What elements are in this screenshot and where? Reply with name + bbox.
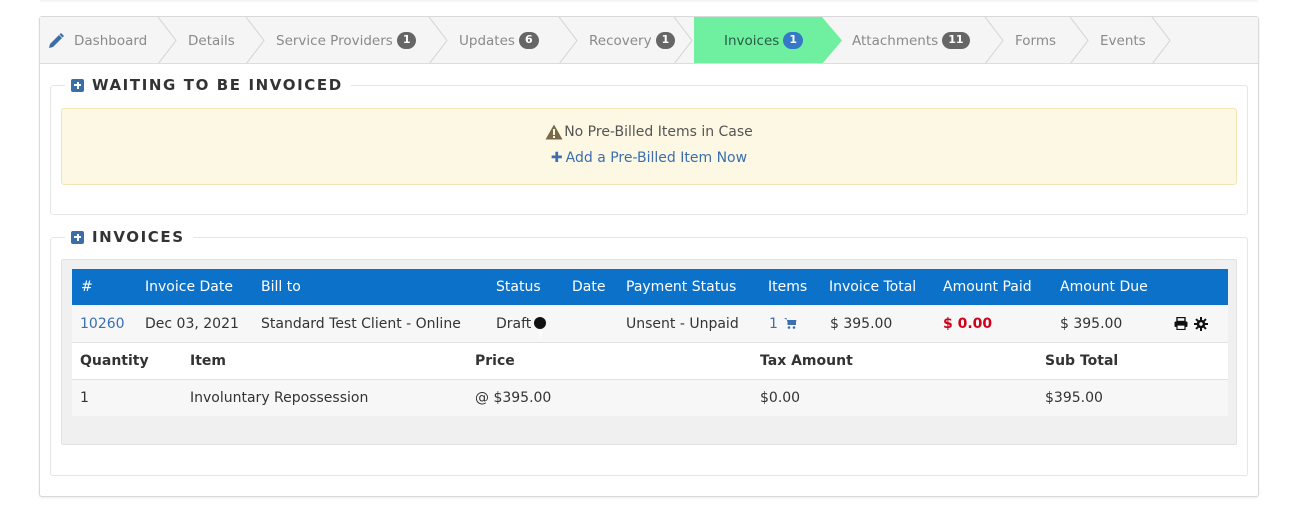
step-separators [157, 17, 1171, 63]
col-header: Date [572, 279, 606, 295]
waiting-legend[interactable]: WAITING TO BE INVOICED [65, 76, 351, 94]
status-text: Draft [496, 316, 532, 332]
print-button[interactable] [1174, 316, 1188, 331]
invoices-table-header: # Invoice Date Bill to Status Date Payme… [72, 269, 1228, 305]
line-price: @ $395.00 [475, 390, 552, 406]
warning-icon [545, 124, 563, 140]
add-prebilled-link[interactable]: ✚ Add a Pre-Billed Item Now [62, 150, 1236, 166]
invoice-total: $ 395.00 [830, 316, 893, 332]
invoice-number-link[interactable]: 10260 [80, 305, 125, 343]
col-header: Invoice Date [145, 279, 233, 295]
empty-alert: No Pre-Billed Items in Case ✚ Add a Pre-… [61, 108, 1237, 185]
print-icon [1174, 316, 1188, 331]
expand-plus-icon[interactable] [71, 78, 84, 92]
col-header: Payment Status [626, 279, 737, 295]
payment-status: Unsent - Unpaid [626, 316, 739, 332]
col-header: # [81, 279, 93, 295]
col-header: Price [475, 353, 515, 369]
line-item-row: 1 Involuntary Repossession @ $395.00 $0.… [72, 380, 1228, 416]
empty-message: No Pre-Billed Items in Case [564, 124, 753, 140]
line-item-name: Involuntary Repossession [190, 390, 369, 406]
shopping-cart-icon [784, 318, 797, 329]
col-header: Amount Due [1060, 279, 1148, 295]
invoice-date: Dec 03, 2021 [145, 316, 239, 332]
col-header: Status [496, 279, 541, 295]
bill-to: Standard Test Client - Online [261, 316, 461, 332]
col-header: Invoice Total [829, 279, 917, 295]
col-header: Sub Total [1045, 353, 1119, 369]
gear-icon [1194, 317, 1208, 331]
col-header: Items [768, 279, 808, 295]
invoice-status: Draft? [496, 305, 547, 343]
invoices-legend[interactable]: INVOICES [65, 228, 193, 246]
table-row: 10260 Dec 03, 2021 Standard Test Client … [72, 305, 1228, 343]
line-items-header: Quantity Item Price Tax Amount Sub Total [72, 343, 1228, 380]
question-circle-icon[interactable]: ? [534, 317, 547, 341]
col-header: Tax Amount [760, 353, 853, 369]
alert-message-line: No Pre-Billed Items in Case [62, 124, 1236, 140]
amount-due: $ 395.00 [1060, 316, 1123, 332]
case-panel: Dashboard Details Service Providers 1 Up… [39, 16, 1259, 497]
section-title: WAITING TO BE INVOICED [92, 76, 343, 94]
waiting-section: WAITING TO BE INVOICED No Pre-Billed Ite… [50, 76, 1248, 215]
invoices-section: INVOICES # Invoice Date Bill to Status D… [50, 228, 1248, 476]
amount-paid: $ 0.00 [943, 316, 993, 332]
section-title: INVOICES [92, 228, 185, 246]
items-link[interactable]: 1 [769, 305, 797, 343]
top-shadow [40, 0, 1258, 3]
expand-plus-icon[interactable] [71, 230, 84, 244]
col-header: Item [190, 353, 226, 369]
col-header: Amount Paid [943, 279, 1032, 295]
line-tax: $0.00 [760, 390, 801, 406]
items-count: 1 [769, 316, 778, 332]
col-header: Bill to [261, 279, 301, 295]
case-steps-nav: Dashboard Details Service Providers 1 Up… [40, 17, 1258, 64]
invoices-table-wrap: # Invoice Date Bill to Status Date Payme… [61, 259, 1237, 445]
col-header: Quantity [80, 353, 149, 369]
add-prebilled-label: Add a Pre-Billed Item Now [565, 150, 748, 166]
plus-icon: ✚ [550, 150, 563, 166]
line-quantity: 1 [80, 390, 89, 406]
line-subtotal: $395.00 [1045, 390, 1103, 406]
settings-button[interactable] [1194, 317, 1208, 331]
